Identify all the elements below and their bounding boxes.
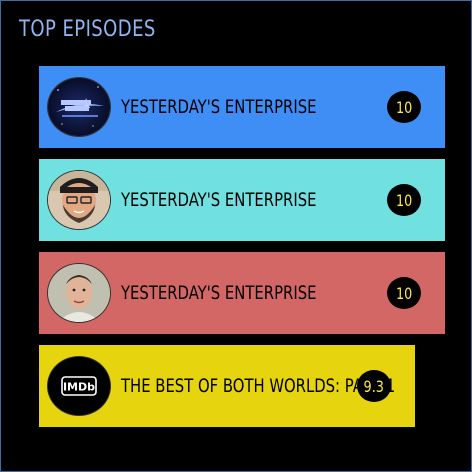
- episode-score-badge: 10: [387, 91, 421, 123]
- episode-score-badge: 9.3: [357, 370, 391, 402]
- episode-card-4[interactable]: IMDb THE BEST OF BOTH WORLDS: PART 1 9.3: [39, 345, 415, 427]
- man-avatar: [47, 263, 111, 323]
- episode-card-3[interactable]: YESTERDAY'S ENTERPRISE 10: [39, 252, 445, 334]
- bearded-man-avatar: [47, 170, 111, 230]
- episode-card-1[interactable]: YESTERDAY'S ENTERPRISE 10: [39, 66, 445, 148]
- episode-card-2[interactable]: YESTERDAY'S ENTERPRISE 10: [39, 159, 445, 241]
- panel-title: TOP EPISODES: [19, 17, 156, 42]
- top-episodes-panel: TOP EPISODES YESTERDAY'S ENTERPRISE 10 Y…: [0, 0, 472, 472]
- episode-title: YESTERDAY'S ENTERPRISE: [121, 189, 317, 211]
- episode-title: YESTERDAY'S ENTERPRISE: [121, 282, 317, 304]
- episode-title: THE BEST OF BOTH WORLDS: PART 1: [121, 375, 396, 397]
- episode-score-badge: 10: [387, 277, 421, 309]
- imdb-logo-icon: IMDb: [47, 356, 111, 416]
- episode-title: YESTERDAY'S ENTERPRISE: [121, 96, 317, 118]
- episode-score-badge: 10: [387, 184, 421, 216]
- star-trek-logo-icon: [47, 77, 111, 137]
- svg-text:IMDb: IMDb: [63, 381, 95, 394]
